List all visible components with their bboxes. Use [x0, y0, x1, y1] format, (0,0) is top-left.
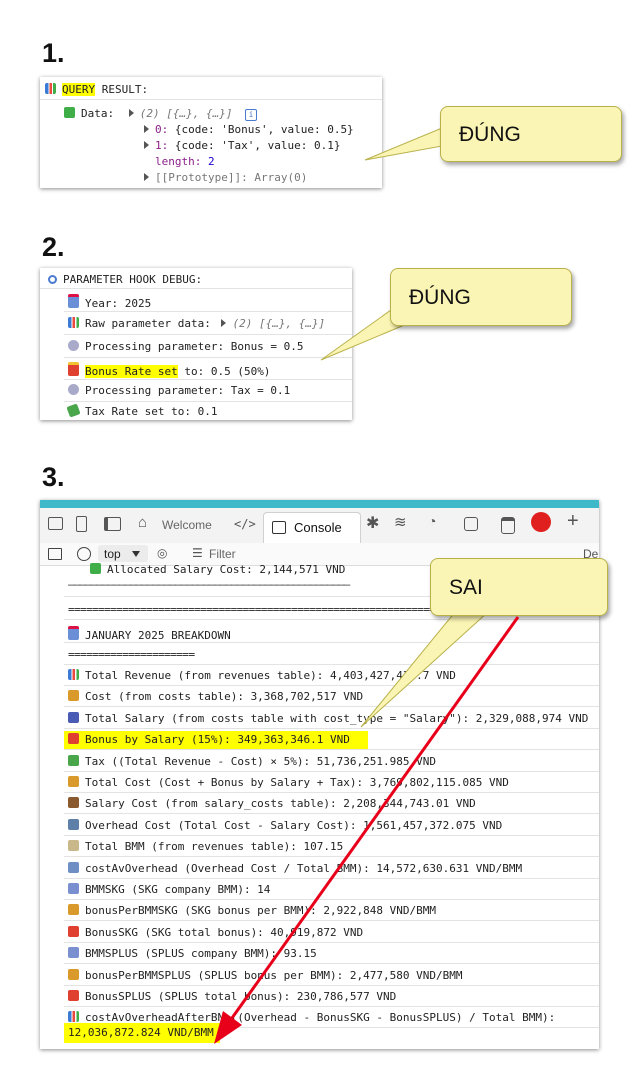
red-arrow [214, 616, 520, 1044]
red-arrow-head [214, 1011, 242, 1044]
red-arrow-line [230, 616, 520, 1019]
